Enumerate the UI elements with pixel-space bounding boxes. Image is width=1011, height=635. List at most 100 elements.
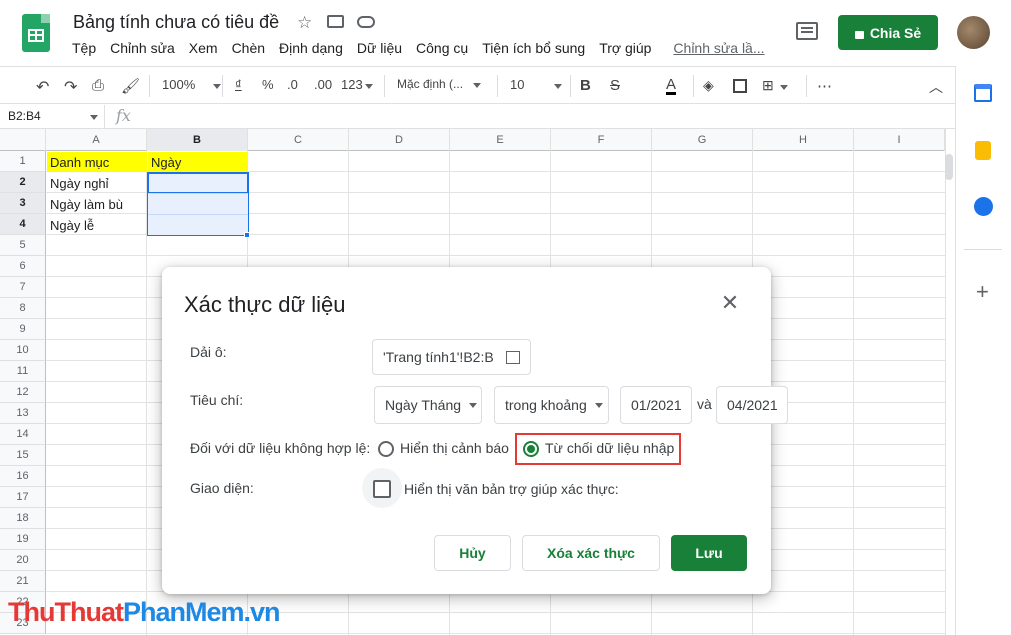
row-header[interactable]: 2 <box>0 172 46 193</box>
cell-b1[interactable]: Ngày <box>148 152 248 172</box>
borders-icon[interactable] <box>733 79 747 93</box>
menu-help[interactable]: Trợ giúp <box>599 40 651 60</box>
row-header[interactable]: 1 <box>0 151 46 172</box>
menu-edit[interactable]: Chỉnh sửa <box>110 40 175 60</box>
menu-addons[interactable]: Tiện ích bổ sung <box>482 40 585 60</box>
row-header[interactable]: 11 <box>0 361 46 382</box>
font-size-select[interactable]: 10 <box>510 77 563 92</box>
fill-handle[interactable] <box>244 232 250 238</box>
date-from-input[interactable]: 01/2021 <box>620 386 692 424</box>
help-text-checkbox[interactable] <box>373 480 391 498</box>
calendar-icon[interactable] <box>974 84 992 102</box>
bold-button[interactable]: B <box>580 77 591 94</box>
cell-a4[interactable]: Ngày lễ <box>47 215 147 235</box>
undo-icon[interactable]: ↶ <box>36 77 49 97</box>
column-header[interactable]: G <box>652 129 753 151</box>
row-header[interactable]: 6 <box>0 256 46 277</box>
row-header[interactable]: 10 <box>0 340 46 361</box>
column-header[interactable]: F <box>551 129 652 151</box>
row-header[interactable]: 3 <box>0 193 46 214</box>
doc-title[interactable]: Bảng tính chưa có tiêu đề <box>73 12 279 33</box>
menu-insert[interactable]: Chèn <box>232 40 265 60</box>
menu-view[interactable]: Xem <box>189 40 218 60</box>
cloud-status-icon[interactable] <box>357 16 375 28</box>
scrollbar-thumb[interactable] <box>945 154 953 180</box>
zoom-select[interactable]: 100% <box>162 77 222 92</box>
range-input[interactable]: 'Trang tính1'!B2:B <box>372 339 531 375</box>
keep-icon[interactable] <box>975 141 991 160</box>
row-header[interactable]: 14 <box>0 424 46 445</box>
strikethrough-button[interactable]: S <box>610 77 620 94</box>
more-formats-select[interactable]: 123 <box>341 77 373 92</box>
add-addon-icon[interactable]: + <box>976 281 989 303</box>
print-icon[interactable]: ⎙ <box>92 77 104 94</box>
menu-tools[interactable]: Công cụ <box>416 40 468 60</box>
cancel-button[interactable]: Hủy <box>434 535 511 571</box>
row-header[interactable]: 4 <box>0 214 46 235</box>
cell-a1[interactable]: Danh mục <box>47 152 147 172</box>
remove-validation-button[interactable]: Xóa xác thực <box>522 535 660 571</box>
collapse-chevron-icon[interactable]: ︿ <box>929 77 943 97</box>
row-header[interactable]: 15 <box>0 445 46 466</box>
row-header[interactable]: 19 <box>0 529 46 550</box>
date-to-input[interactable]: 04/2021 <box>716 386 788 424</box>
row-header[interactable]: 8 <box>0 298 46 319</box>
menu-file[interactable]: Tệp <box>72 40 96 60</box>
column-header[interactable]: B <box>147 129 248 151</box>
redo-icon[interactable]: ↷ <box>64 77 77 97</box>
name-box[interactable]: B2:B4 <box>0 105 105 128</box>
tasks-icon[interactable] <box>974 197 993 216</box>
star-icon[interactable]: ☆ <box>297 13 312 33</box>
criteria-type-select[interactable]: Ngày Tháng <box>374 386 482 424</box>
cell-a3[interactable]: Ngày làm bù <box>47 194 147 214</box>
avatar[interactable] <box>957 16 990 49</box>
close-icon[interactable]: ✕ <box>718 291 742 315</box>
show-warning-label[interactable]: Hiển thị cảnh báo <box>400 440 509 456</box>
fill-color-icon[interactable]: ◈ <box>703 77 714 94</box>
column-header[interactable]: C <box>248 129 349 151</box>
row-header[interactable]: 17 <box>0 487 46 508</box>
cell-a2[interactable]: Ngày nghỉ <box>47 173 147 193</box>
row-header[interactable]: 7 <box>0 277 46 298</box>
merge-cells-icon[interactable]: ⊞ <box>762 77 788 94</box>
select-all-corner[interactable] <box>0 129 46 151</box>
row-header[interactable]: 20 <box>0 550 46 571</box>
row-header[interactable]: 5 <box>0 235 46 256</box>
row-header[interactable]: 13 <box>0 403 46 424</box>
column-header[interactable]: D <box>349 129 450 151</box>
decrease-decimal-button[interactable]: .0 <box>287 77 298 92</box>
help-text-label[interactable]: Hiển thị văn bản trợ giúp xác thực: <box>404 481 619 497</box>
column-header[interactable]: H <box>753 129 854 151</box>
menu-data[interactable]: Dữ liệu <box>357 40 402 60</box>
row-header[interactable]: 18 <box>0 508 46 529</box>
criteria-operator-select[interactable]: trong khoảng <box>494 386 609 424</box>
reject-input-label[interactable]: Từ chối dữ liệu nhập <box>545 440 674 456</box>
formula-input[interactable] <box>140 105 955 128</box>
increase-decimal-button[interactable]: .00 <box>314 77 332 92</box>
last-edit-link[interactable]: Chỉnh sửa lầ... <box>673 40 764 60</box>
text-color-button[interactable]: A <box>666 77 677 95</box>
active-cell[interactable] <box>148 173 248 193</box>
column-header[interactable]: E <box>450 129 551 151</box>
currency-format-button[interactable]: ₫ <box>235 77 242 92</box>
show-warning-radio[interactable] <box>378 441 394 457</box>
row-header[interactable]: 21 <box>0 571 46 592</box>
vertical-scrollbar[interactable] <box>945 129 955 635</box>
save-button[interactable]: Lưu <box>671 535 747 571</box>
column-header[interactable]: A <box>46 129 147 151</box>
sheets-logo-icon[interactable] <box>22 14 50 52</box>
percent-format-button[interactable]: % <box>262 77 274 92</box>
comments-icon[interactable] <box>796 22 818 40</box>
reject-input-radio[interactable] <box>523 441 539 457</box>
column-header[interactable]: I <box>854 129 945 151</box>
selected-range[interactable] <box>147 172 250 238</box>
row-header[interactable]: 12 <box>0 382 46 403</box>
share-button[interactable]: Chia Sẻ <box>838 15 938 50</box>
menu-format[interactable]: Định dạng <box>279 40 343 60</box>
font-select[interactable]: Mặc định (... <box>397 77 482 91</box>
select-range-icon[interactable] <box>506 351 520 364</box>
more-icon[interactable]: ⋯ <box>817 77 833 95</box>
paint-format-icon[interactable]: 🖌 <box>121 77 140 95</box>
move-folder-icon[interactable] <box>327 15 344 28</box>
row-header[interactable]: 9 <box>0 319 46 340</box>
